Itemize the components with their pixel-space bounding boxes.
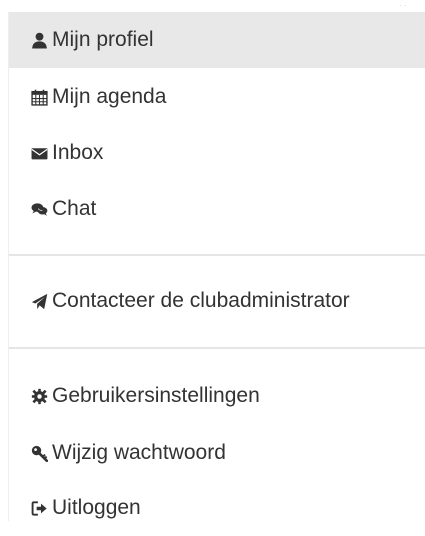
menu-item-gebruikersinstellingen[interactable]: Gebruikersinstellingen	[9, 368, 425, 424]
send-icon	[31, 293, 48, 310]
menu-item-label: Contacteer de clubadministrator	[52, 289, 350, 312]
menu-item-label: Inbox	[52, 141, 104, 164]
comments-icon	[31, 201, 48, 218]
menu-item-mijn-profiel[interactable]: Mijn profiel	[9, 12, 425, 68]
menu-item-inbox[interactable]: Inbox	[9, 125, 425, 181]
corner-mark: · ·	[399, 1, 407, 10]
menu-divider	[9, 254, 425, 256]
menu-divider	[9, 347, 425, 349]
user-icon	[31, 32, 48, 49]
menu-item-label: Mijn profiel	[52, 28, 154, 51]
gear-icon	[31, 388, 48, 405]
menu-item-contacteer-clubadministrator[interactable]: Contacteer de clubadministrator	[9, 273, 425, 329]
key-icon	[31, 445, 48, 462]
menu-item-label: Wijzig wachtwoord	[52, 441, 226, 464]
sign-out-icon	[31, 500, 48, 517]
menu-item-label: Uitloggen	[52, 496, 141, 519]
menu-item-label: Gebruikersinstellingen	[52, 384, 260, 407]
menu-item-label: Chat	[52, 197, 97, 220]
menu-item-chat[interactable]: Chat	[9, 181, 425, 237]
menu-item-wijzig-wachtwoord[interactable]: Wijzig wachtwoord	[9, 425, 425, 481]
account-dropdown-menu: Mijn profiel Mijn agenda Inbox Chat Cont…	[8, 12, 425, 521]
calendar-icon	[31, 89, 48, 106]
menu-item-label: Mijn agenda	[52, 85, 167, 108]
envelope-icon	[31, 145, 48, 162]
menu-item-mijn-agenda[interactable]: Mijn agenda	[9, 69, 425, 125]
menu-item-uitloggen[interactable]: Uitloggen	[9, 480, 425, 536]
